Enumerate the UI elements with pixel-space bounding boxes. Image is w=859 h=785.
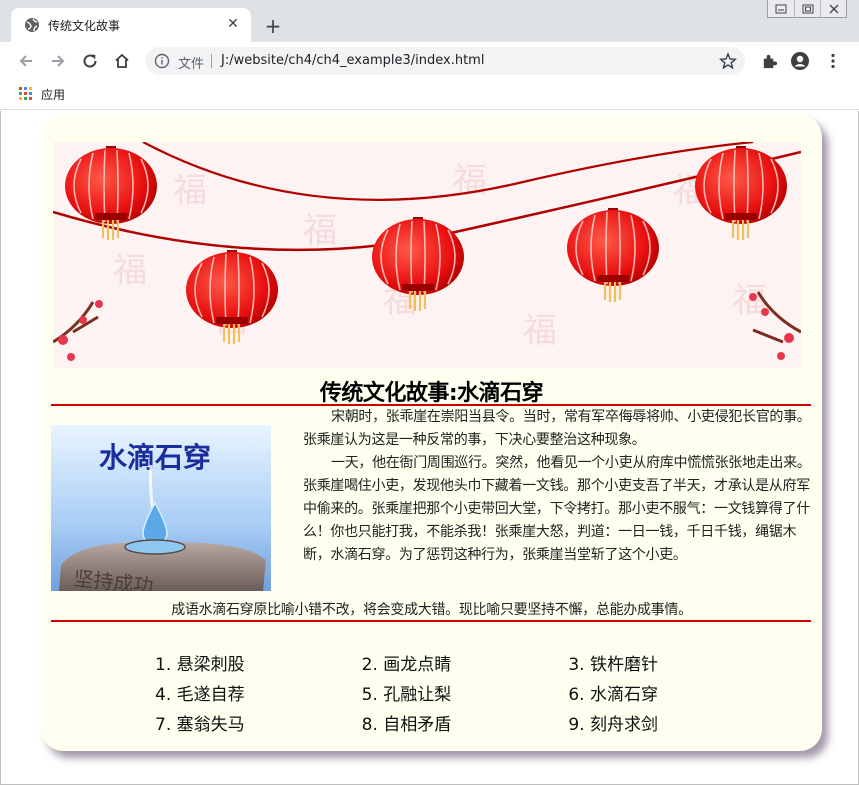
page-viewport: 福福福 福福福 福福福 福 传统文化故事:水滴石穿 — [0, 111, 859, 785]
browser-tab[interactable]: 传统文化故事 ✕ — [11, 8, 251, 42]
svg-text:福: 福 — [733, 281, 767, 321]
svg-text:福: 福 — [113, 251, 147, 291]
omnibox-divider — [211, 54, 212, 68]
conclusion-text: 成语水滴石穿原比喻小错不改，将会变成大错。现比喻只要坚持不懈，总能办成事情。 — [171, 602, 692, 618]
home-icon[interactable] — [111, 50, 133, 72]
idiom-row: 1. 悬梁刺股 2. 画龙点睛 3. 铁杵磨针 — [155, 647, 775, 677]
story-paragraph: 一天，他在衙门周围巡行。突然，他看见一个小吏从府库中慌慌张张地走出来。张乘崖喝住… — [303, 455, 811, 563]
story-text: 宋朝时，张乖崖在崇阳当县令。当时，常有军卒侮辱将帅、小吏侵犯长官的事。张乘崖认为… — [303, 406, 811, 567]
svg-text:福: 福 — [303, 211, 337, 251]
idiom-item[interactable]: 4. 毛遂自荐 — [155, 680, 362, 705]
back-arrow-icon[interactable] — [15, 50, 37, 72]
info-icon[interactable] — [154, 53, 170, 69]
menu-icon[interactable] — [823, 51, 843, 71]
idiom-row: 4. 毛遂自荐 5. 孔融让梨 6. 水滴石穿 — [155, 677, 775, 707]
idiom-list: 1. 悬梁刺股 2. 画龙点睛 3. 铁杵磨针 4. 毛遂自荐 5. 孔融让梨 … — [155, 647, 775, 737]
forward-arrow-icon[interactable] — [47, 50, 69, 72]
globe-icon — [25, 18, 39, 32]
story-paragraph: 宋朝时，张乖崖在崇阳当县令。当时，常有军卒侮辱将帅、小吏侵犯长官的事。张乘崖认为… — [303, 409, 811, 448]
apps-bookmark-label[interactable]: 应用 — [41, 86, 65, 103]
page-title: 传统文化故事:水滴石穿 — [319, 381, 544, 406]
bookmarks-bar: 应用 — [0, 80, 859, 110]
content-card: 福福福 福福福 福福福 福 传统文化故事:水滴石穿 — [41, 115, 822, 751]
image-caption: 水滴石穿 — [99, 441, 211, 474]
svg-text:福: 福 — [523, 311, 557, 351]
star-icon[interactable] — [719, 52, 737, 70]
window-controls — [767, 0, 847, 18]
browser-titlebar: 传统文化故事 ✕ + — [0, 0, 859, 42]
idiom-row: 7. 塞翁失马 8. 自相矛盾 9. 刻舟求剑 — [155, 707, 775, 737]
idiom-item[interactable]: 1. 悬梁刺股 — [155, 650, 362, 675]
idiom-item[interactable]: 5. 孔融让梨 — [362, 680, 569, 705]
story-divider — [51, 620, 811, 622]
idiom-item[interactable]: 7. 塞翁失马 — [155, 710, 362, 735]
extensions-icon[interactable] — [759, 51, 779, 71]
idiom-item[interactable]: 2. 画龙点睛 — [362, 650, 569, 675]
reload-icon[interactable] — [79, 50, 101, 72]
account-icon[interactable] — [790, 51, 810, 71]
svg-text:福: 福 — [173, 171, 207, 211]
tab-title: 传统文化故事 — [48, 19, 121, 33]
apps-grid-icon[interactable] — [19, 87, 32, 100]
idiom-item[interactable]: 6. 水滴石穿 — [568, 680, 775, 705]
url-text[interactable]: J:/website/ch4/ch4_example3/index.html — [221, 53, 484, 68]
water-drop-image: 水滴石穿 坚持成功 — [51, 425, 271, 591]
plus-icon[interactable]: + — [262, 15, 284, 37]
idiom-item[interactable]: 3. 铁杵磨针 — [568, 650, 775, 675]
address-bar[interactable]: 文件 J:/website/ch4/ch4_example3/index.htm… — [145, 47, 745, 75]
close-icon[interactable]: ✕ — [225, 16, 241, 32]
minimize-button[interactable] — [768, 0, 794, 17]
lantern-banner-image: 福福福 福福福 福福福 福 — [53, 142, 801, 368]
omnibox-label: 文件 — [178, 57, 205, 72]
browser-toolbar: 文件 J:/website/ch4/ch4_example3/index.htm… — [0, 42, 859, 80]
close-window-button[interactable] — [820, 0, 846, 17]
maximize-button[interactable] — [794, 0, 820, 17]
idiom-item[interactable]: 8. 自相矛盾 — [362, 710, 569, 735]
idiom-item[interactable]: 9. 刻舟求剑 — [568, 710, 775, 735]
